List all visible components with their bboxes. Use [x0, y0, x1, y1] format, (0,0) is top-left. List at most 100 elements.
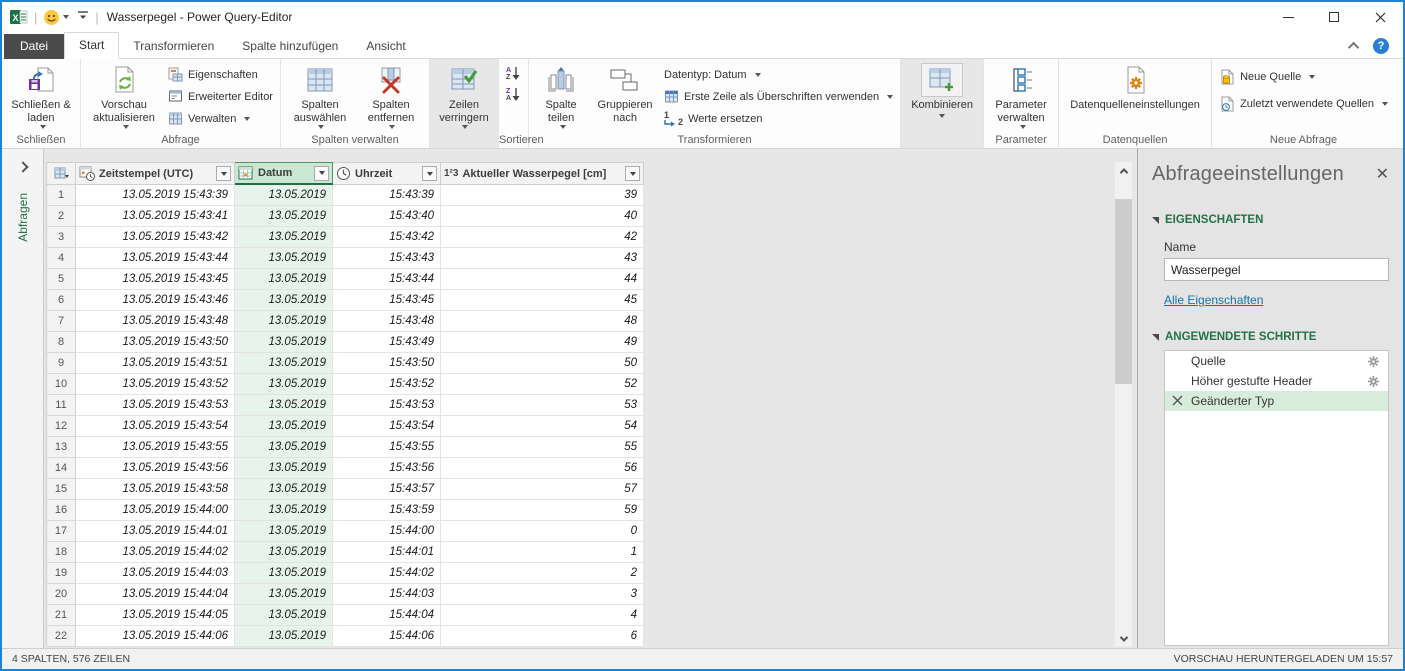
row-number[interactable]: 17 — [46, 521, 76, 542]
column-header-wasserpegel[interactable]: 1²3 Aktueller Wasserpegel [cm] — [441, 162, 644, 185]
eigenschaften-button[interactable]: Eigenschaften — [164, 64, 277, 85]
cell-zeitstempel[interactable]: 13.05.2019 15:43:50 — [76, 332, 235, 353]
cell-uhrzeit[interactable]: 15:43:43 — [333, 248, 441, 269]
delete-step-button[interactable] — [1172, 395, 1183, 409]
cell-wasserpegel[interactable]: 56 — [441, 458, 644, 479]
help-button[interactable]: ? — [1373, 38, 1389, 54]
cell-wasserpegel[interactable]: 3 — [441, 584, 644, 605]
cell-wasserpegel[interactable]: 44 — [441, 269, 644, 290]
cell-datum[interactable]: 13.05.2019 — [235, 227, 333, 248]
row-number[interactable]: 6 — [46, 290, 76, 311]
cell-wasserpegel[interactable]: 48 — [441, 311, 644, 332]
cell-wasserpegel[interactable]: 43 — [441, 248, 644, 269]
row-number[interactable]: 18 — [46, 542, 76, 563]
cell-wasserpegel[interactable]: 2 — [441, 563, 644, 584]
cell-datum[interactable]: 13.05.2019 — [235, 584, 333, 605]
kombinieren-button[interactable]: Kombinieren — [904, 61, 980, 131]
sort-ascending-button[interactable]: AZ — [502, 65, 525, 83]
row-number[interactable]: 2 — [46, 206, 76, 227]
row-number[interactable]: 7 — [46, 311, 76, 332]
cell-datum[interactable]: 13.05.2019 — [235, 185, 333, 206]
cell-zeitstempel[interactable]: 13.05.2019 15:43:45 — [76, 269, 235, 290]
spalte-teilen-button[interactable]: Spalte teilen — [532, 61, 590, 131]
cell-uhrzeit[interactable]: 15:44:02 — [333, 563, 441, 584]
cell-uhrzeit[interactable]: 15:43:39 — [333, 185, 441, 206]
cell-zeitstempel[interactable]: 13.05.2019 15:43:51 — [76, 353, 235, 374]
maximize-button[interactable] — [1311, 2, 1357, 32]
cell-zeitstempel[interactable]: 13.05.2019 15:44:04 — [76, 584, 235, 605]
cell-uhrzeit[interactable]: 15:43:53 — [333, 395, 441, 416]
cell-datum[interactable]: 13.05.2019 — [235, 332, 333, 353]
cell-uhrzeit[interactable]: 15:43:52 — [333, 374, 441, 395]
cell-uhrzeit[interactable]: 15:43:40 — [333, 206, 441, 227]
sort-descending-button[interactable]: ZA — [502, 86, 525, 104]
filter-dropdown-button[interactable] — [216, 166, 231, 181]
cell-datum[interactable]: 13.05.2019 — [235, 626, 333, 647]
cell-datum[interactable]: 13.05.2019 — [235, 311, 333, 332]
cell-zeitstempel[interactable]: 13.05.2019 15:44:02 — [76, 542, 235, 563]
cell-uhrzeit[interactable]: 15:43:55 — [333, 437, 441, 458]
cell-uhrzeit[interactable]: 15:43:50 — [333, 353, 441, 374]
cell-wasserpegel[interactable]: 39 — [441, 185, 644, 206]
cell-zeitstempel[interactable]: 13.05.2019 15:44:00 — [76, 500, 235, 521]
cell-datum[interactable]: 13.05.2019 — [235, 248, 333, 269]
datentyp-button[interactable]: Datentyp: Datum — [660, 64, 897, 85]
parameter-verwalten-button[interactable]: Parameter verwalten — [987, 61, 1055, 131]
cell-zeitstempel[interactable]: 13.05.2019 15:44:01 — [76, 521, 235, 542]
cell-datum[interactable]: 13.05.2019 — [235, 290, 333, 311]
row-number[interactable]: 12 — [46, 416, 76, 437]
cell-zeitstempel[interactable]: 13.05.2019 15:43:48 — [76, 311, 235, 332]
row-number[interactable]: 11 — [46, 395, 76, 416]
cell-datum[interactable]: 13.05.2019 — [235, 563, 333, 584]
cell-uhrzeit[interactable]: 15:43:44 — [333, 269, 441, 290]
cell-uhrzeit[interactable]: 15:43:49 — [333, 332, 441, 353]
tab-start[interactable]: Start — [64, 32, 119, 59]
zuletzt-verwendete-quellen-button[interactable]: Zuletzt verwendete Quellen — [1215, 93, 1392, 114]
cell-zeitstempel[interactable]: 13.05.2019 15:43:41 — [76, 206, 235, 227]
gear-icon[interactable] — [1367, 375, 1380, 388]
spalten-auswaehlen-button[interactable]: Spalten auswählen — [284, 61, 356, 131]
expand-queries-button[interactable] — [19, 149, 27, 171]
spalten-entfernen-button[interactable]: Spalten entfernen — [356, 61, 426, 131]
properties-section-header[interactable]: EIGENSCHAFTEN — [1152, 214, 1389, 226]
cell-wasserpegel[interactable]: 57 — [441, 479, 644, 500]
cell-zeitstempel[interactable]: 13.05.2019 15:43:55 — [76, 437, 235, 458]
cell-wasserpegel[interactable]: 50 — [441, 353, 644, 374]
cell-uhrzeit[interactable]: 15:44:04 — [333, 605, 441, 626]
cell-zeitstempel[interactable]: 13.05.2019 15:43:46 — [76, 290, 235, 311]
scroll-down-button[interactable] — [1115, 630, 1132, 647]
cell-wasserpegel[interactable]: 6 — [441, 626, 644, 647]
row-number[interactable]: 8 — [46, 332, 76, 353]
cell-datum[interactable]: 13.05.2019 — [235, 353, 333, 374]
cell-zeitstempel[interactable]: 13.05.2019 15:44:06 — [76, 626, 235, 647]
row-number[interactable]: 20 — [46, 584, 76, 605]
cell-uhrzeit[interactable]: 15:44:06 — [333, 626, 441, 647]
row-number[interactable]: 3 — [46, 227, 76, 248]
collapse-ribbon-button[interactable] — [1351, 42, 1359, 50]
cell-zeitstempel[interactable]: 13.05.2019 15:43:58 — [76, 479, 235, 500]
row-number[interactable]: 14 — [46, 458, 76, 479]
queries-pane-label[interactable]: Abfragen — [16, 193, 30, 242]
applied-steps-section-header[interactable]: ANGEWENDETE SCHRITTE — [1152, 331, 1389, 343]
werte-ersetzen-button[interactable]: 1 2 Werte ersetzen — [660, 108, 897, 129]
tab-datei[interactable]: Datei — [4, 34, 64, 59]
cell-wasserpegel[interactable]: 59 — [441, 500, 644, 521]
cell-datum[interactable]: 13.05.2019 — [235, 269, 333, 290]
cell-wasserpegel[interactable]: 0 — [441, 521, 644, 542]
gear-icon[interactable] — [1367, 355, 1380, 368]
cell-uhrzeit[interactable]: 15:43:48 — [333, 311, 441, 332]
column-header-uhrzeit[interactable]: Uhrzeit — [333, 162, 441, 185]
row-number[interactable]: 21 — [46, 605, 76, 626]
cell-wasserpegel[interactable]: 40 — [441, 206, 644, 227]
scrollbar-thumb[interactable] — [1115, 199, 1132, 384]
all-properties-link[interactable]: Alle Eigenschaften — [1164, 293, 1263, 307]
cell-wasserpegel[interactable]: 49 — [441, 332, 644, 353]
cell-zeitstempel[interactable]: 13.05.2019 15:44:03 — [76, 563, 235, 584]
cell-datum[interactable]: 13.05.2019 — [235, 206, 333, 227]
cell-uhrzeit[interactable]: 15:44:01 — [333, 542, 441, 563]
cell-uhrzeit[interactable]: 15:44:03 — [333, 584, 441, 605]
feedback-smiley-button[interactable] — [43, 9, 69, 26]
row-number[interactable]: 19 — [46, 563, 76, 584]
erste-zeile-als-ueberschriften-button[interactable]: Erste Zeile als Überschriften verwenden — [660, 86, 897, 107]
cell-datum[interactable]: 13.05.2019 — [235, 416, 333, 437]
